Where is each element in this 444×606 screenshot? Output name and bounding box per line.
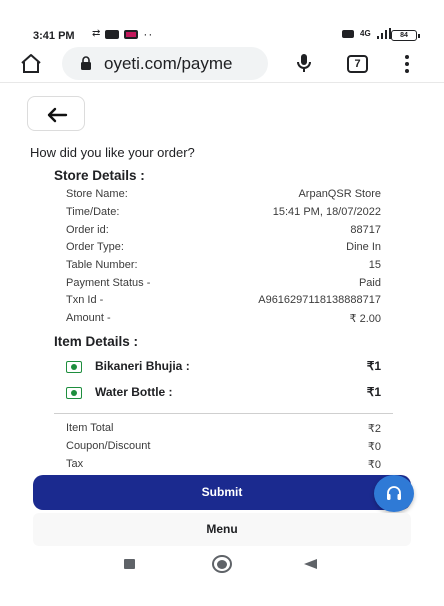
store-detail-row: Table Number: 15 (66, 259, 381, 277)
network-type-label: 4G (360, 29, 371, 38)
item-details-title: Item Details : (54, 334, 139, 349)
store-detail-row: Store Name: ArpanQSR Store (66, 188, 381, 206)
home-button[interactable] (19, 52, 43, 76)
order-item: Bikaneri Bhujia : ₹1 (66, 358, 381, 380)
submit-button[interactable]: Submit (33, 475, 411, 510)
veg-icon (66, 361, 82, 373)
summary-label: Coupon/Discount (66, 440, 151, 452)
summary-value: ₹2 (367, 423, 381, 435)
lock-icon (81, 56, 91, 70)
summary-row: Coupon/Discount ₹0 (66, 440, 381, 458)
order-item: Water Bottle : ₹1 (66, 384, 381, 406)
call-forward-icon: ⇄ (92, 28, 101, 39)
detail-label: Order id: (66, 224, 109, 236)
detail-value: ₹ 2.00 (349, 313, 381, 325)
detail-label: Time/Date: (66, 206, 120, 218)
system-nav-bar (0, 549, 444, 579)
detail-value: Dine In (346, 241, 381, 253)
summary-value: ₹0 (367, 441, 381, 453)
nav-home-icon[interactable] (212, 555, 232, 573)
menu-button[interactable]: Menu (33, 513, 411, 546)
headset-icon (387, 486, 401, 500)
detail-value: 15 (368, 259, 381, 271)
browser-toolbar: oyeti.com/payme 7 (0, 46, 444, 82)
summary-value: ₹0 (367, 459, 381, 471)
back-button[interactable] (27, 96, 85, 131)
items-divider (54, 413, 393, 414)
video-icon (105, 29, 120, 39)
url-text: oyeti.com/payme (104, 54, 233, 73)
detail-value: 88717 (350, 224, 381, 236)
detail-value: Paid (358, 277, 381, 289)
detail-label: Order Type: (66, 241, 124, 253)
address-bar[interactable]: oyeti.com/payme (62, 47, 268, 80)
signal-icon (376, 28, 391, 39)
support-chat-button[interactable] (374, 475, 414, 512)
status-bar: 3:41 PM ⇄ ·· 4G 84 (0, 0, 444, 46)
store-detail-row: Order id: 88717 (66, 224, 381, 242)
detail-label: Table Number: (66, 259, 138, 271)
detail-value: ArpanQSR Store (298, 188, 381, 200)
store-details-title: Store Details : (54, 168, 145, 183)
item-name: Water Bottle : (95, 385, 173, 399)
veg-icon (66, 387, 82, 399)
detail-value: A9616297118138888717 (258, 294, 381, 306)
detail-label: Store Name: (66, 188, 128, 200)
item-name: Bikaneri Bhujia : (95, 359, 190, 373)
more-notifications-icon: ·· (143, 27, 154, 41)
detail-label: Payment Status - (66, 277, 151, 289)
summary-row: Item Total ₹2 (66, 422, 381, 440)
detail-label: Txn Id - (66, 294, 104, 306)
sim-icon (342, 29, 354, 38)
summary-label: Item Total (66, 422, 114, 434)
summary-row: Tax ₹0 (66, 458, 381, 476)
toolbar-divider (0, 82, 444, 83)
store-detail-row: Payment Status - Paid (66, 277, 381, 295)
mic-icon (297, 54, 311, 72)
feedback-question: How did you like your order? (30, 145, 195, 160)
app-notification-icon (124, 29, 139, 39)
nav-back-icon[interactable] (304, 559, 317, 569)
notification-icons: ⇄ ·· (92, 28, 153, 40)
back-arrow-icon (47, 107, 68, 123)
store-detail-row: Txn Id - A9616297118138888717 (66, 294, 381, 312)
item-price: ₹1 (366, 385, 381, 399)
home-icon (21, 54, 41, 73)
battery-icon: 84 (391, 30, 420, 41)
more-vert-icon[interactable] (400, 53, 414, 75)
system-icons: 4G (342, 28, 391, 39)
tabs-icon[interactable]: 7 (347, 55, 368, 73)
status-time: 3:41 PM (33, 30, 75, 42)
store-detail-row: Amount - ₹ 2.00 (66, 312, 381, 330)
summary-label: Tax (66, 458, 84, 470)
store-detail-row: Order Type: Dine In (66, 241, 381, 259)
item-price: ₹1 (366, 359, 381, 373)
nav-recent-icon[interactable] (124, 559, 135, 569)
detail-label: Amount - (66, 312, 111, 324)
detail-value: 15:41 PM, 18/07/2022 (272, 206, 381, 218)
store-detail-row: Time/Date: 15:41 PM, 18/07/2022 (66, 206, 381, 224)
voice-search-button[interactable] (292, 51, 316, 75)
